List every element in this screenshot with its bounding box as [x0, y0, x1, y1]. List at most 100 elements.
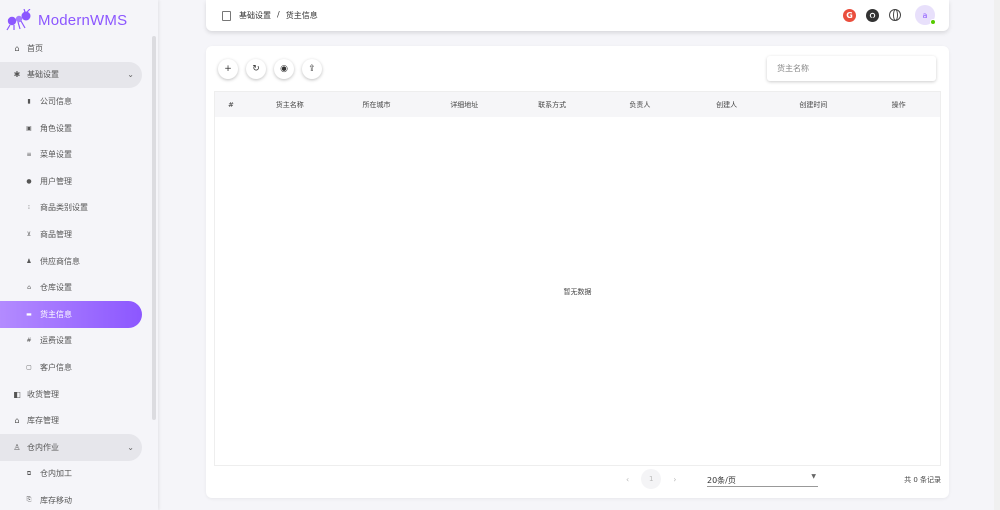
sidebar-item-label: 用户管理	[40, 176, 72, 186]
online-status-dot	[930, 19, 936, 25]
sidebar-item-label: 仓库设置	[40, 283, 72, 293]
home-icon: ⌂	[14, 43, 20, 53]
chevron-down-icon: ⌄	[127, 70, 134, 80]
sidebar-item-label: 货主信息	[40, 309, 72, 319]
breadcrumb-separator: /	[277, 10, 280, 19]
sidebar-nav: ⌂ 首页 ✱ 基础设置 ⌄ ▮ 公司信息 ▣ 角色设置 ≡ 菜单设置 ● 用户管理 ⁝ 商品类别设置 ⊻ 商品管…	[0, 35, 150, 510]
sidebar-item[interactable]: ≡ 菜单设置	[0, 141, 150, 168]
table-column-header[interactable]: 创建人	[684, 100, 770, 110]
table-header: # 货主名称 所在城市 详细地址 联系方式 负责人 创建人 创建时间 操作	[215, 92, 940, 117]
add-button[interactable]: +	[218, 59, 238, 79]
sidebar-item[interactable]: ♙ 仓内作业 ⌄	[0, 433, 142, 461]
sidebar-item[interactable]: ▢ 客户信息	[0, 354, 150, 381]
sidebar-item[interactable]: # 运费设置	[0, 328, 150, 355]
badge-icon: ▣	[26, 124, 32, 132]
sidebar-item-label: 客户信息	[40, 362, 72, 372]
header-actions: G a	[843, 5, 936, 25]
sidebar-item[interactable]: ⁝ 商品类别设置	[0, 195, 150, 222]
table-column-header[interactable]: 负责人	[596, 100, 684, 110]
user-icon: ●	[26, 177, 32, 185]
sidebar-item-label: 基础设置	[27, 70, 59, 80]
database-button[interactable]: ◉	[274, 59, 294, 79]
app-logo[interactable]: ModernWMS	[0, 0, 158, 40]
cart-icon: ⊻	[26, 230, 32, 238]
table-column-header[interactable]: 操作	[857, 100, 940, 110]
sidebar-item[interactable]: ⌂ 首页	[0, 35, 150, 62]
sidebar-item[interactable]: ● 用户管理	[0, 168, 150, 195]
sidebar-item-label: 供应商信息	[40, 256, 80, 266]
total-records: 共 0 条记录	[904, 476, 941, 484]
empty-state-text: 暂无数据	[563, 288, 592, 296]
move-icon: ⎘	[26, 496, 32, 504]
page-scrollbar[interactable]	[994, 0, 1000, 510]
sidebar-item[interactable]: ▮ 公司信息	[0, 88, 150, 115]
menu-icon: ≡	[26, 151, 32, 159]
chevron-down-icon: ⌄	[127, 442, 134, 452]
sidebar-item-label: 库存管理	[27, 416, 59, 426]
supplier-icon: ♟	[26, 257, 32, 265]
inventory-icon: ⌂	[14, 416, 20, 426]
table-column-header[interactable]: #	[215, 101, 247, 109]
sidebar-item-label: 商品管理	[40, 229, 72, 239]
prev-page-button[interactable]: ‹	[626, 475, 629, 484]
sidebar-item[interactable]: ⌂ 库存管理	[0, 407, 150, 434]
current-page-button[interactable]: 1	[641, 469, 662, 489]
per-page-select[interactable]: 20条/页 ▼	[707, 471, 818, 487]
sidebar-item-label: 仓内作业	[27, 442, 59, 452]
sidebar-item-label: 运费设置	[40, 336, 72, 346]
owner-name-search-input[interactable]: 货主名称	[767, 56, 936, 81]
sidebar-item-label: 库存移动	[40, 495, 72, 505]
sidebar-item[interactable]: ▬ 货主信息	[0, 300, 142, 328]
table-column-header[interactable]: 所在城市	[333, 100, 421, 110]
google-icon[interactable]: G	[843, 8, 856, 22]
sidebar-item-label: 首页	[27, 43, 43, 53]
sidebar-item[interactable]: ⌂ 仓库设置	[0, 274, 150, 301]
sidebar-item[interactable]: ⎘ 库存移动	[0, 487, 150, 510]
sidebar-item[interactable]: ⊻ 商品管理	[0, 221, 150, 248]
sidebar: ModernWMS ⌂ 首页 ✱ 基础设置 ⌄ ▮ 公司信息 ▣ 角色设置 ≡ 菜单设置 ● 用户管理 ⁝…	[0, 0, 158, 510]
sidebar-item-label: 商品类别设置	[40, 203, 88, 213]
language-globe-icon[interactable]	[889, 9, 901, 21]
breadcrumb: 基础设置 / 货主信息	[239, 10, 318, 21]
main-card: + ↻ ◉ ⇪ 货主名称 # 货主名称 所在城市 详细地址 联系方式 负责人 创建人 创建时间…	[206, 46, 949, 498]
table-column-header[interactable]: 创建时间	[770, 100, 858, 110]
hash-icon: #	[26, 337, 32, 345]
export-button[interactable]: ⇪	[302, 59, 322, 79]
table-column-header[interactable]: 货主名称	[247, 100, 333, 110]
document-icon	[222, 10, 231, 21]
ant-logo-icon	[6, 9, 31, 31]
sidebar-item-label: 菜单设置	[40, 150, 72, 160]
warehouse-icon: ⌂	[27, 284, 31, 292]
table-column-header[interactable]: 联系方式	[508, 100, 596, 110]
building-icon: ▮	[27, 97, 31, 105]
table-toolbar: + ↻ ◉ ⇪	[218, 59, 322, 79]
sidebar-item-label: 收货管理	[27, 389, 59, 399]
sidebar-item[interactable]: ✱ 基础设置 ⌄	[0, 61, 142, 89]
contact-icon: ▢	[26, 363, 32, 371]
refresh-button[interactable]: ↻	[246, 59, 266, 79]
process-icon: ⧉	[26, 469, 32, 477]
pagination: ‹ 1 ›	[626, 469, 676, 489]
category-icon: ⁝	[28, 204, 30, 212]
sidebar-item[interactable]: ⧉ 仓内加工	[0, 461, 150, 488]
sidebar-item[interactable]: ♟ 供应商信息	[0, 248, 150, 275]
owner-table: # 货主名称 所在城市 详细地址 联系方式 负责人 创建人 创建时间 操作 暂无数据	[214, 91, 941, 466]
sidebar-scrollbar[interactable]	[152, 36, 156, 420]
table-column-header[interactable]: 详细地址	[420, 100, 508, 110]
next-page-button[interactable]: ›	[673, 475, 676, 484]
breadcrumb-item[interactable]: 基础设置	[239, 10, 271, 21]
sidebar-item[interactable]: ▣ 角色设置	[0, 115, 150, 142]
github-icon[interactable]	[866, 8, 879, 22]
per-page-value: 20条/页	[707, 476, 736, 485]
avatar-letter: a	[922, 10, 928, 20]
sidebar-item-label: 仓内加工	[40, 469, 72, 479]
caret-down-icon: ▼	[811, 473, 816, 480]
gear-icon: ✱	[13, 70, 21, 80]
sidebar-item-label: 公司信息	[40, 96, 72, 106]
breadcrumb-item-current: 货主信息	[285, 11, 318, 20]
top-header: 基础设置 / 货主信息 G a	[206, 0, 949, 31]
user-avatar[interactable]: a	[915, 5, 936, 25]
sidebar-item-label: 角色设置	[40, 123, 72, 133]
sidebar-item[interactable]: ◧ 收货管理	[0, 381, 150, 408]
app-name: ModernWMS	[38, 11, 128, 29]
